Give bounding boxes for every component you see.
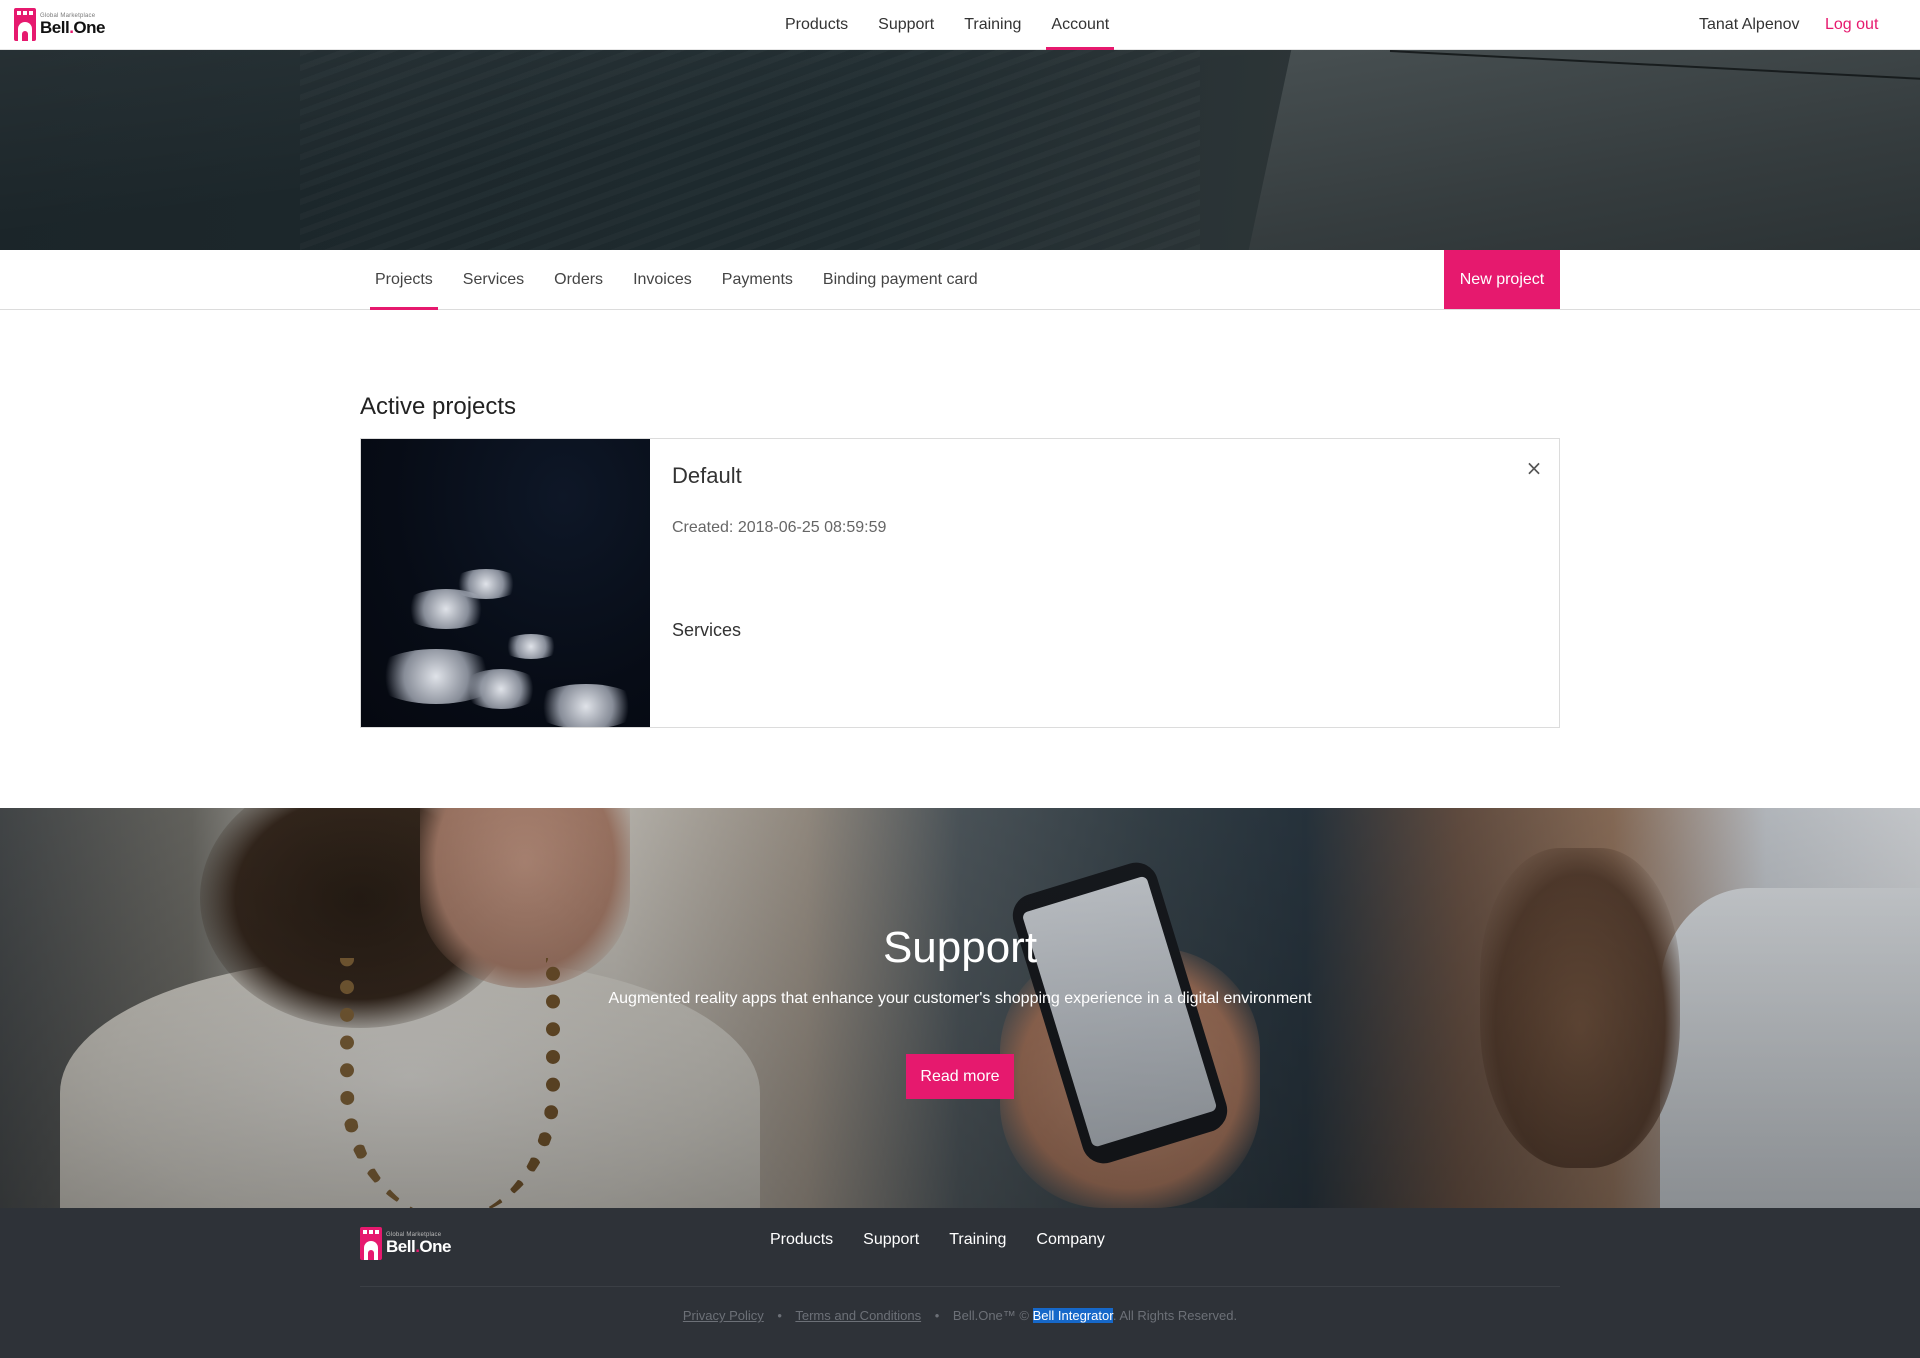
rights-text: . All Rights Reserved.: [1112, 1308, 1238, 1323]
tab-payments[interactable]: Payments: [717, 250, 798, 310]
account-tabs: Projects Services Orders Invoices Paymen…: [370, 250, 1003, 310]
footer-nav-training[interactable]: Training: [949, 1231, 1006, 1249]
footer: Global Marketplace Bell.One Products Sup…: [0, 1208, 1920, 1358]
close-icon[interactable]: ×: [1524, 458, 1544, 478]
project-card[interactable]: Default Created: 2018-06-25 08:59:59 Ser…: [360, 438, 1560, 728]
footer-nav-support[interactable]: Support: [863, 1231, 919, 1249]
support-banner: Support Augmented reality apps that enha…: [0, 808, 1920, 1208]
bell-logo-icon: [14, 8, 36, 41]
footer-brand-name: Bell.One: [386, 1237, 451, 1256]
nav-training[interactable]: Training: [959, 0, 1026, 50]
nav-products[interactable]: Products: [780, 0, 853, 50]
user-name[interactable]: Tanat Alpenov: [1699, 0, 1800, 50]
top-bar: Global Marketplace Bell.One Products Sup…: [0, 0, 1920, 50]
project-title[interactable]: Default: [672, 463, 742, 489]
tab-orders[interactable]: Orders: [549, 250, 608, 310]
account-tabs-bar: Projects Services Orders Invoices Paymen…: [0, 250, 1920, 310]
brand-logo[interactable]: Global Marketplace Bell.One: [14, 8, 105, 41]
company-name-selected: Bell Integrator: [1032, 1308, 1113, 1323]
legal-separator: •: [934, 1308, 940, 1323]
project-created-date: Created: 2018-06-25 08:59:59: [672, 519, 887, 536]
project-thumbnail: [361, 439, 650, 727]
legal-line: Privacy Policy • Terms and Conditions • …: [0, 1308, 1920, 1323]
hero-banner: [0, 50, 1920, 250]
footer-nav-company[interactable]: Company: [1036, 1231, 1104, 1249]
footer-nav-products[interactable]: Products: [770, 1231, 833, 1249]
copyright-prefix: Bell.One™ ©: [952, 1308, 1029, 1323]
privacy-policy-link[interactable]: Privacy Policy: [683, 1308, 764, 1323]
footer-nav: Products Support Training Company: [770, 1231, 1135, 1249]
tab-binding-payment-card[interactable]: Binding payment card: [818, 250, 983, 310]
legal-separator: •: [777, 1308, 782, 1323]
support-title: Support: [882, 923, 1038, 972]
hero-surface: [1248, 50, 1920, 250]
tab-invoices[interactable]: Invoices: [628, 250, 697, 310]
footer-divider: [360, 1286, 1560, 1287]
nav-support[interactable]: Support: [873, 0, 939, 50]
project-services-label: Services: [672, 620, 742, 640]
tab-services[interactable]: Services: [458, 250, 529, 310]
tab-projects[interactable]: Projects: [370, 250, 438, 310]
brand-name: Bell.One: [40, 18, 105, 37]
active-projects-heading: Active projects: [360, 393, 517, 420]
footer-brand-logo[interactable]: Global Marketplace Bell.One: [360, 1227, 451, 1260]
logout-link[interactable]: Log out: [1825, 0, 1878, 50]
read-more-button[interactable]: Read more: [906, 1054, 1014, 1099]
nav-account[interactable]: Account: [1046, 0, 1115, 50]
support-subtitle: Augmented reality apps that enhance your…: [608, 990, 1312, 1007]
main-nav: Products Support Training Account: [780, 0, 1134, 50]
new-project-button[interactable]: New project: [1444, 250, 1560, 309]
terms-link[interactable]: Terms and Conditions: [795, 1308, 921, 1323]
hero-texture: [300, 50, 1200, 250]
bell-logo-icon: [360, 1227, 382, 1260]
